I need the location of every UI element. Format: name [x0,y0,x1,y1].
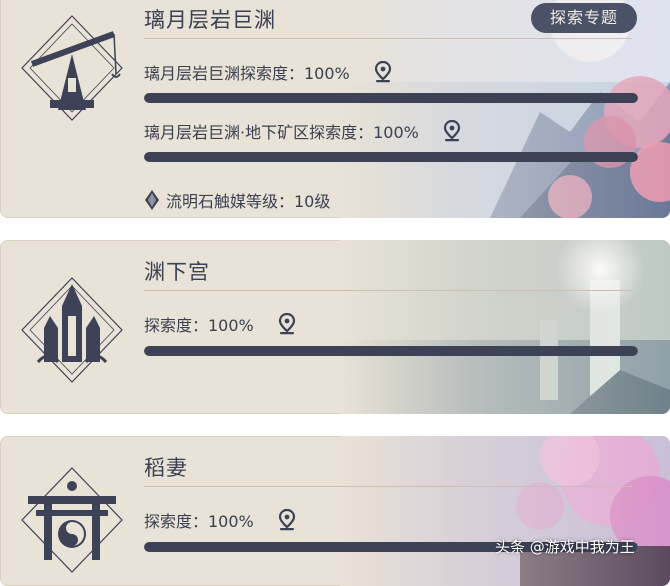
exploration-progress-bar [144,93,638,103]
spire-emblem-icon [21,277,123,383]
exploration-progress-bar [144,152,638,162]
area-card-chasm[interactable]: 璃月层岩巨渊 探索专题 璃月层岩巨渊探索度：100% 璃月层岩巨渊·地下矿区探索… [0,0,670,218]
progress-fill [144,346,638,356]
area-card-enkanomiya[interactable]: 渊下宫 探索度：100% [0,240,670,414]
inazuma-scenery-image [340,436,670,586]
progress-fill [144,93,638,103]
watermark-text: 头条 @游戏中我为王 [495,538,635,556]
exploration-label: 探索度：100% [144,316,254,335]
torii-emblem-icon [21,467,123,573]
area-title: 渊下宫 [144,260,210,284]
map-pin-icon[interactable] [278,313,296,335]
area-title: 稻妻 [144,456,188,480]
exploration-row: 探索度：100% [144,312,296,336]
exploration-label: 璃月层岩巨渊探索度：100% [144,64,350,83]
exploration-progress-bar [144,346,638,356]
map-pin-icon[interactable] [278,509,296,531]
exploration-topic-button[interactable]: 探索专题 [531,3,637,33]
exploration-row: 璃月层岩巨渊探索度：100% [144,60,392,84]
catalyst-label: 流明石触媒等级：10级 [166,192,331,211]
exploration-label: 璃月层岩巨渊·地下矿区探索度：100% [144,123,419,142]
area-title: 璃月层岩巨渊 [144,8,276,32]
exploration-row: 璃月层岩巨渊·地下矿区探索度：100% [144,119,461,143]
progress-fill [144,152,638,162]
catalyst-level: 流明石触媒等级：10级 [144,188,330,212]
title-divider [144,290,632,291]
map-pin-icon[interactable] [374,61,392,83]
title-divider [144,38,632,39]
exploration-row: 探索度：100% [144,508,296,532]
exploration-label: 探索度：100% [144,512,254,531]
map-pin-icon[interactable] [443,120,461,142]
enkanomiya-scenery-image [340,240,670,414]
lumenstone-gem-icon [145,190,159,210]
title-divider [144,486,632,487]
area-card-inazuma[interactable]: 稻妻 探索度：100% [0,436,670,586]
crane-tower-emblem-icon [21,15,123,121]
